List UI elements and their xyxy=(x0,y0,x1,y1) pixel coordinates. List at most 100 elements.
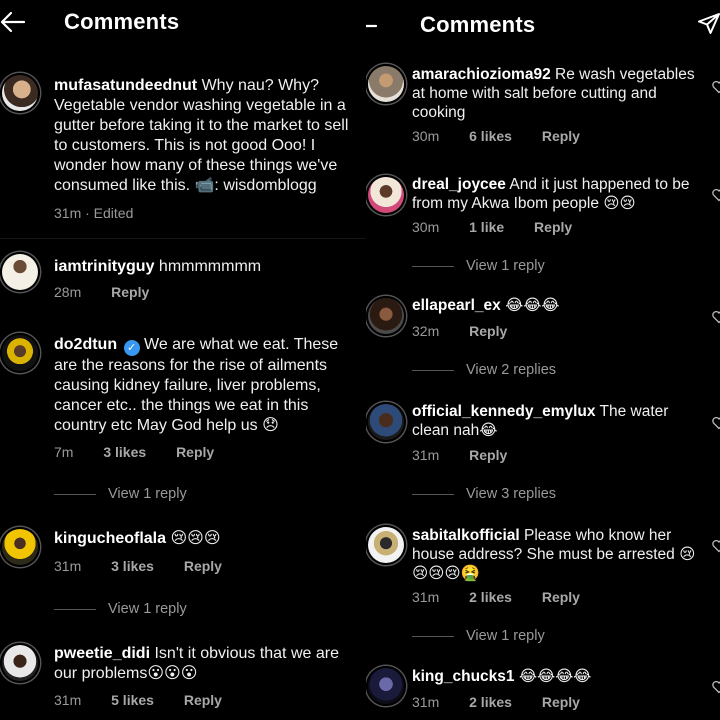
right-comments-panel: Comments amarachiozioma92 Re wash vegeta… xyxy=(366,0,720,720)
view-replies-button[interactable]: View 2 replies xyxy=(412,362,556,378)
comment-meta: 30m 1 like Reply xyxy=(412,219,572,235)
view-replies-button[interactable]: View 1 reply xyxy=(54,601,187,617)
comment-meta: 32m Reply xyxy=(412,323,507,339)
reply-button[interactable]: Reply xyxy=(542,128,580,144)
likes-count[interactable]: 2 likes xyxy=(469,589,512,605)
avatar[interactable] xyxy=(366,402,406,442)
comment-text: 😂😂😂😂 xyxy=(518,668,592,685)
avatar[interactable] xyxy=(0,73,40,113)
comment-item: official_kennedy_emylux The water clean … xyxy=(366,400,720,505)
likes-count[interactable]: 2 likes xyxy=(469,694,512,710)
avatar[interactable] xyxy=(0,252,40,292)
comment-body: ellapearl_ex 😂😂😂 xyxy=(412,296,707,315)
likes-count[interactable]: 5 likes xyxy=(111,692,154,708)
page-title: Comments xyxy=(64,9,180,34)
comment-text: Why nau? Why? Vegetable vendor washing v… xyxy=(54,77,349,194)
reply-button[interactable]: Reply xyxy=(469,447,507,463)
reply-button[interactable]: Reply xyxy=(184,692,222,708)
comment-username[interactable]: iamtrinityguy xyxy=(54,258,154,275)
comment-username[interactable]: do2dtun xyxy=(54,336,117,353)
avatar[interactable] xyxy=(366,64,406,104)
comment-body: amarachiozioma92 Re wash vegetables at h… xyxy=(412,65,707,122)
view-replies-button[interactable]: View 3 replies xyxy=(412,486,556,502)
comment-username[interactable]: mufasatundeednut xyxy=(54,77,197,94)
comment-time: 28m xyxy=(54,284,82,300)
likes-count[interactable]: 3 likes xyxy=(103,444,146,460)
comment-time: 31m xyxy=(54,205,82,221)
comment-time: 31m xyxy=(412,589,440,605)
avatar[interactable] xyxy=(366,296,406,336)
comment-item: iamtrinityguy hmmmmmmm 28m Reply xyxy=(0,252,366,312)
heart-outline-icon[interactable] xyxy=(712,680,720,694)
comment-item: dreal_joycee And it just happened to be … xyxy=(366,172,720,277)
back-arrow-icon[interactable] xyxy=(366,14,378,43)
left-comments-panel: Comments mufasatundeednut Why nau? Why? … xyxy=(0,0,366,720)
comment-meta: 30m 6 likes Reply xyxy=(412,128,580,144)
view-replies-label: View 2 replies xyxy=(466,362,557,378)
comment-body: do2dtun ✓ We are what we eat. These are … xyxy=(54,335,359,436)
caption-comment: mufasatundeednut Why nau? Why? Vegetable… xyxy=(0,70,366,230)
avatar[interactable] xyxy=(366,175,406,215)
comment-time: 30m xyxy=(412,219,440,235)
avatar[interactable] xyxy=(0,643,40,683)
comment-body: dreal_joycee And it just happened to be … xyxy=(412,175,707,213)
comment-body: king_chucks1 😂😂😂😂 xyxy=(412,667,707,686)
comment-text: 😢😢😢 xyxy=(170,530,221,547)
comment-username[interactable]: sabitalkofficial xyxy=(412,527,520,544)
heart-outline-icon[interactable] xyxy=(712,416,720,430)
view-replies-button[interactable]: View 1 reply xyxy=(412,628,545,644)
view-replies-label: View 1 reply xyxy=(108,486,187,502)
comment-body: official_kennedy_emylux The water clean … xyxy=(412,402,707,440)
caption-separator xyxy=(0,238,366,239)
likes-count[interactable]: 3 likes xyxy=(111,558,154,574)
heart-outline-icon[interactable] xyxy=(712,188,720,202)
view-replies-button[interactable]: View 1 reply xyxy=(412,258,545,274)
reply-button[interactable]: Reply xyxy=(469,323,507,339)
replies-line xyxy=(412,493,454,495)
comment-meta: 31m 3 likes Reply xyxy=(54,558,222,574)
avatar[interactable] xyxy=(0,333,40,373)
comment-time: 31m xyxy=(54,692,82,708)
heart-outline-icon[interactable] xyxy=(712,539,720,553)
heart-outline-icon[interactable] xyxy=(712,310,720,324)
reply-button[interactable]: Reply xyxy=(176,444,214,460)
back-arrow-icon[interactable] xyxy=(0,10,26,39)
likes-count[interactable]: 6 likes xyxy=(469,128,512,144)
comment-text: 😂😂😂 xyxy=(505,297,560,314)
replies-line xyxy=(54,608,96,610)
comment-meta: 7m 3 likes Reply xyxy=(54,444,214,460)
avatar[interactable] xyxy=(366,525,406,565)
comment-meta: 28m Reply xyxy=(54,284,149,300)
comment-username[interactable]: amarachiozioma92 xyxy=(412,66,551,83)
comment-username[interactable]: dreal_joycee xyxy=(412,176,506,193)
avatar[interactable] xyxy=(366,666,406,706)
comment-time: 32m xyxy=(412,323,440,339)
comment-item: kingucheoflala 😢😢😢 31m 3 likes Reply Vie… xyxy=(0,525,366,625)
comment-username[interactable]: official_kennedy_emylux xyxy=(412,403,596,420)
heart-outline-icon[interactable] xyxy=(712,80,720,94)
reply-button[interactable]: Reply xyxy=(534,219,572,235)
comment-meta: 31m 2 likes Reply xyxy=(412,694,580,710)
likes-count[interactable]: 1 like xyxy=(469,219,504,235)
paper-plane-icon[interactable] xyxy=(698,13,720,40)
reply-button[interactable]: Reply xyxy=(184,558,222,574)
view-replies-label: View 1 reply xyxy=(108,601,187,617)
right-header: Comments xyxy=(366,0,720,46)
comment-time: 31m xyxy=(412,447,440,463)
comment-body: iamtrinityguy hmmmmmmm xyxy=(54,257,354,277)
avatar[interactable] xyxy=(0,527,40,567)
comment-time: 7m xyxy=(54,444,74,460)
reply-button[interactable]: Reply xyxy=(542,589,580,605)
reply-button[interactable]: Reply xyxy=(111,284,149,300)
comment-username[interactable]: ellapearl_ex xyxy=(412,297,501,314)
comment-username[interactable]: kingucheoflala xyxy=(54,530,166,547)
reply-button[interactable]: Reply xyxy=(542,694,580,710)
view-replies-label: View 3 replies xyxy=(466,486,557,502)
comment-username[interactable]: king_chucks1 xyxy=(412,668,515,685)
comment-username[interactable]: pweetie_didi xyxy=(54,645,150,662)
replies-line xyxy=(412,369,454,371)
view-replies-button[interactable]: View 1 reply xyxy=(54,486,187,502)
comment-time: 30m xyxy=(412,128,440,144)
comment-item: king_chucks1 😂😂😂😂 31m 2 likes Reply xyxy=(366,664,720,720)
comment-body: pweetie_didi Isn't it obvious that we ar… xyxy=(54,644,359,684)
